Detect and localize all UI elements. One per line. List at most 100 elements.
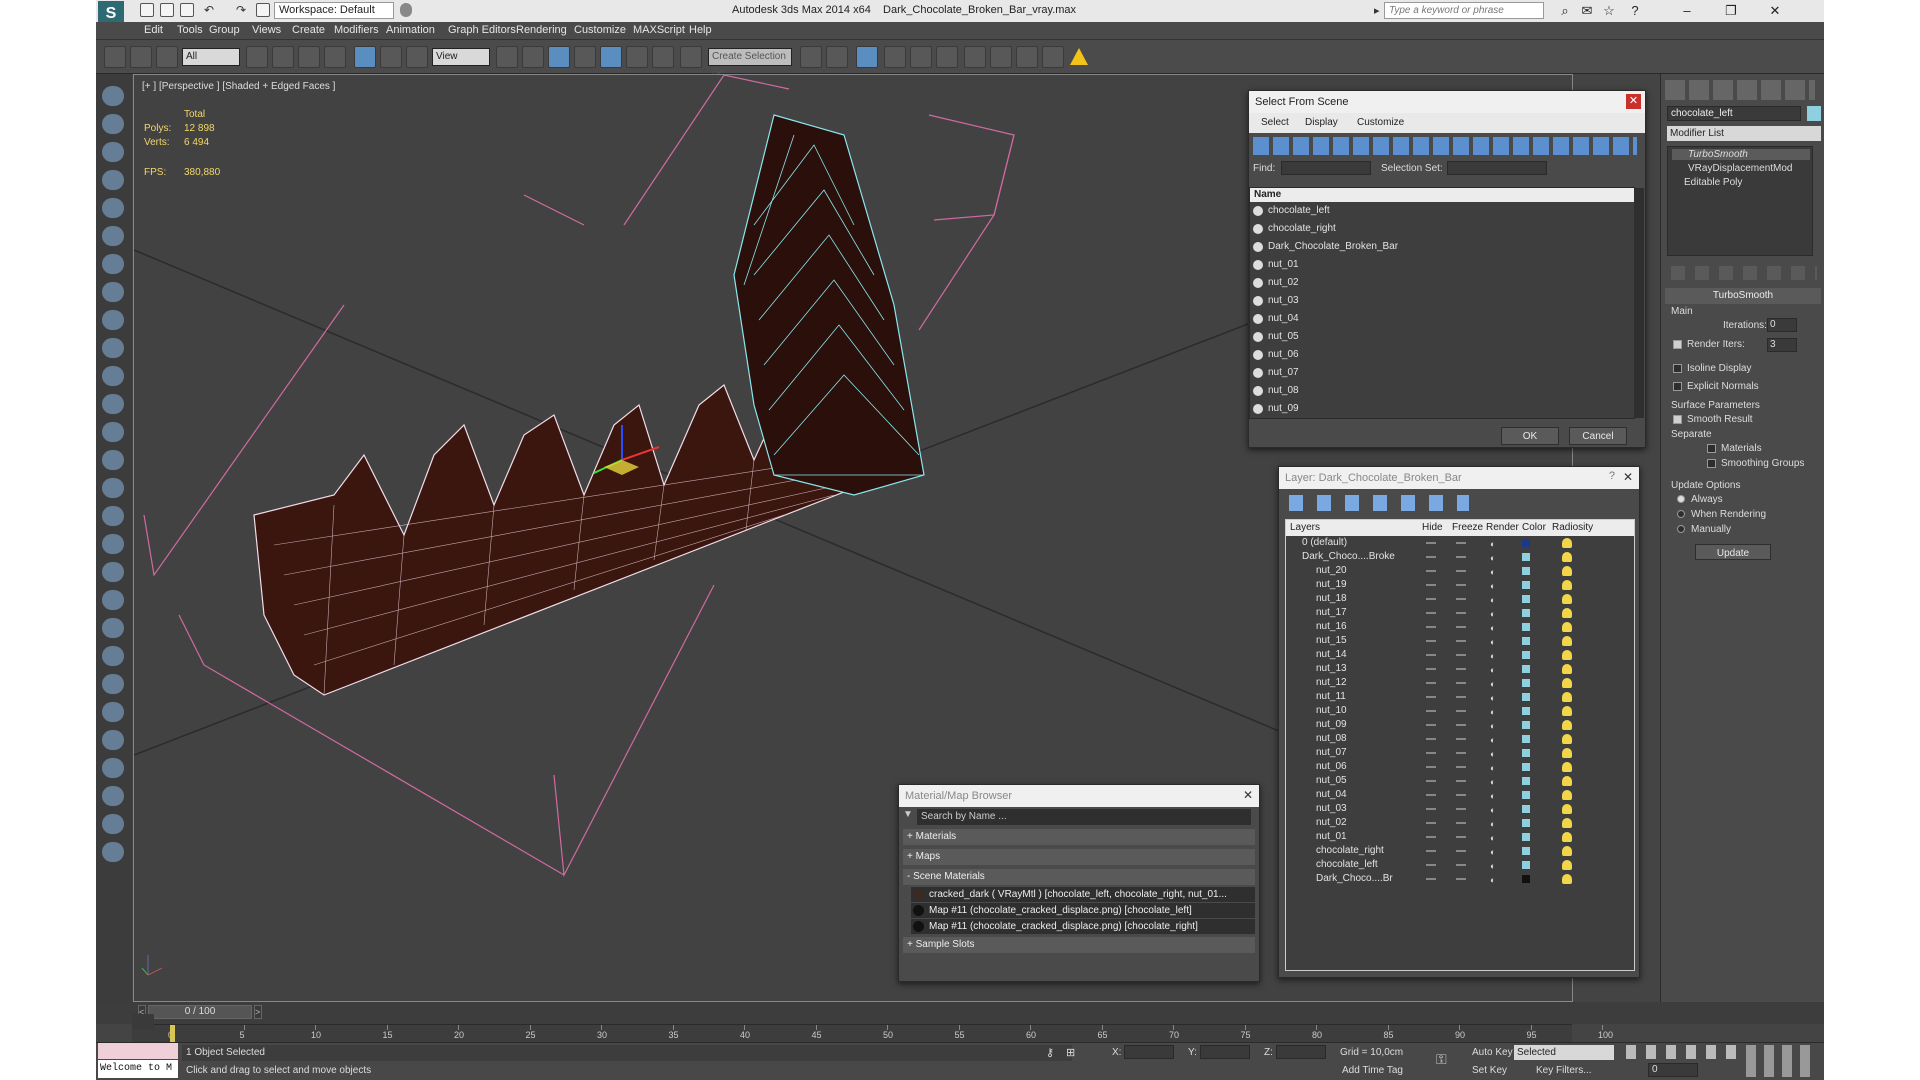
- menu-edit[interactable]: Edit: [144, 24, 163, 36]
- tool-icon-4[interactable]: [102, 170, 124, 190]
- help-icon[interactable]: ?: [1620, 2, 1650, 20]
- tool-icon-15[interactable]: [102, 478, 124, 498]
- menu-rendering[interactable]: Rendering: [516, 24, 567, 36]
- menu-help[interactable]: Help: [689, 24, 712, 36]
- spinner-snap-icon[interactable]: [652, 46, 674, 68]
- layer-color-swatch[interactable]: [1522, 581, 1530, 589]
- radiosity-icon[interactable]: [1562, 776, 1572, 786]
- freeze-toggle[interactable]: [1456, 836, 1466, 838]
- freeze-toggle[interactable]: [1456, 542, 1466, 544]
- stack-turbosmooth[interactable]: TurboSmooth: [1672, 149, 1810, 160]
- freeze-toggle[interactable]: [1456, 780, 1466, 782]
- freeze-toggle[interactable]: [1456, 850, 1466, 852]
- tool-icon-10[interactable]: [102, 338, 124, 358]
- name-column-header[interactable]: Name: [1250, 188, 1634, 202]
- layer-color-swatch[interactable]: [1522, 637, 1530, 645]
- scene-list-item[interactable]: chocolate_left: [1250, 202, 1634, 220]
- render-teapot-icon[interactable]: ◐: [1490, 649, 1495, 663]
- layer-color-swatch[interactable]: [1522, 623, 1530, 631]
- hide-toggle[interactable]: [1426, 780, 1436, 782]
- radiosity-icon[interactable]: [1562, 860, 1572, 870]
- freeze-toggle[interactable]: [1456, 584, 1466, 586]
- hide-toggle[interactable]: [1426, 640, 1436, 642]
- tool-icon-6[interactable]: [102, 226, 124, 246]
- tool-icon-20[interactable]: [102, 618, 124, 638]
- scene-list-item[interactable]: nut_05: [1250, 328, 1634, 346]
- tool-icon-26[interactable]: [102, 786, 124, 806]
- tool-icon-2[interactable]: [102, 114, 124, 134]
- scene-material-item[interactable]: cracked_dark ( VRayMtl ) [chocolate_left…: [911, 887, 1255, 902]
- explicit-normals-checkbox[interactable]: [1673, 382, 1682, 391]
- render-iters-spinner[interactable]: 3: [1767, 338, 1797, 352]
- render-teapot-icon[interactable]: ◐: [1490, 579, 1495, 593]
- graphite-ribbon-icon[interactable]: [884, 46, 906, 68]
- angle-snap-icon[interactable]: [600, 46, 622, 68]
- layer-color-swatch[interactable]: [1522, 861, 1530, 869]
- hide-toggle[interactable]: [1426, 752, 1436, 754]
- menu-maxscript[interactable]: MAXScript: [633, 24, 685, 36]
- snaps-toggle-icon[interactable]: [574, 46, 596, 68]
- freeze-toggle[interactable]: [1456, 766, 1466, 768]
- render-iters-checkbox[interactable]: [1673, 340, 1682, 349]
- close-icon[interactable]: ✕: [1243, 788, 1253, 802]
- tool-icon-1[interactable]: [102, 86, 124, 106]
- layer-row[interactable]: 0 (default) ◐: [1286, 536, 1634, 550]
- menu-customize[interactable]: Customize: [574, 24, 626, 36]
- layer-row[interactable]: nut_20 ◐: [1286, 564, 1634, 578]
- save-file-icon[interactable]: [180, 3, 194, 17]
- tool-icon-23[interactable]: [102, 702, 124, 722]
- layer-row[interactable]: nut_19 ◐: [1286, 578, 1634, 592]
- time-slider[interactable]: 0 / 100: [148, 1005, 252, 1019]
- render-teapot-icon[interactable]: ◐: [1490, 565, 1495, 579]
- radiosity-icon[interactable]: [1562, 580, 1572, 590]
- keyboard-shortcut-icon[interactable]: [548, 46, 570, 68]
- layer-color-swatch[interactable]: [1522, 609, 1530, 617]
- freeze-toggle[interactable]: [1456, 808, 1466, 810]
- layer-color-swatch[interactable]: [1522, 791, 1530, 799]
- radiosity-icon[interactable]: [1562, 706, 1572, 716]
- auto-key-button[interactable]: Auto Key: [1472, 1047, 1513, 1058]
- warning-icon[interactable]: [1070, 48, 1088, 65]
- layer-color-swatch[interactable]: [1522, 847, 1530, 855]
- layer-row[interactable]: nut_18 ◐: [1286, 592, 1634, 606]
- scene-list-item[interactable]: nut_02: [1250, 274, 1634, 292]
- tool-icon-7[interactable]: [102, 254, 124, 274]
- radiosity-icon[interactable]: [1562, 608, 1572, 618]
- layer-row[interactable]: Dark_Choco....Broke ◐: [1286, 550, 1634, 564]
- scene-list-item[interactable]: nut_04: [1250, 310, 1634, 328]
- redo-icon[interactable]: ↷: [236, 3, 250, 17]
- tool-icon-8[interactable]: [102, 282, 124, 302]
- curve-editor-icon[interactable]: [910, 46, 932, 68]
- layer-color-swatch[interactable]: [1522, 651, 1530, 659]
- y-coordinate-field[interactable]: [1200, 1045, 1250, 1059]
- layer-color-swatch[interactable]: [1522, 805, 1530, 813]
- tool-icon-27[interactable]: [102, 814, 124, 834]
- layer-column-radiosity[interactable]: Radiosity: [1552, 522, 1593, 533]
- layer-color-swatch[interactable]: [1522, 777, 1530, 785]
- render-teapot-icon[interactable]: ◐: [1490, 859, 1495, 873]
- radiosity-icon[interactable]: [1562, 804, 1572, 814]
- freeze-toggle[interactable]: [1456, 822, 1466, 824]
- tool-icon-21[interactable]: [102, 646, 124, 666]
- percent-snap-icon[interactable]: [626, 46, 648, 68]
- layer-column-color[interactable]: Color: [1522, 522, 1546, 533]
- menu-create[interactable]: Create: [292, 24, 325, 36]
- menu-select[interactable]: Select: [1261, 117, 1289, 128]
- layer-row[interactable]: nut_09 ◐: [1286, 718, 1634, 732]
- layer-row[interactable]: nut_17 ◐: [1286, 606, 1634, 620]
- render-teapot-icon[interactable]: ◐: [1490, 845, 1495, 859]
- tool-icon-19[interactable]: [102, 590, 124, 610]
- search-arrow-icon[interactable]: ▸: [1374, 4, 1380, 17]
- hide-toggle[interactable]: [1426, 766, 1436, 768]
- add-time-tag[interactable]: Add Time Tag: [1342, 1065, 1403, 1076]
- freeze-toggle[interactable]: [1456, 864, 1466, 866]
- layer-row[interactable]: nut_05 ◐: [1286, 774, 1634, 788]
- layer-color-swatch[interactable]: [1522, 819, 1530, 827]
- render-teapot-icon[interactable]: ◐: [1490, 719, 1495, 733]
- freeze-toggle[interactable]: [1456, 710, 1466, 712]
- layer-row[interactable]: nut_15 ◐: [1286, 634, 1634, 648]
- render-teapot-icon[interactable]: ◐: [1490, 873, 1495, 887]
- hide-toggle[interactable]: [1426, 668, 1436, 670]
- render-teapot-icon[interactable]: ◐: [1490, 677, 1495, 691]
- infocenter-search-input[interactable]: Type a keyword or phrase: [1384, 2, 1544, 19]
